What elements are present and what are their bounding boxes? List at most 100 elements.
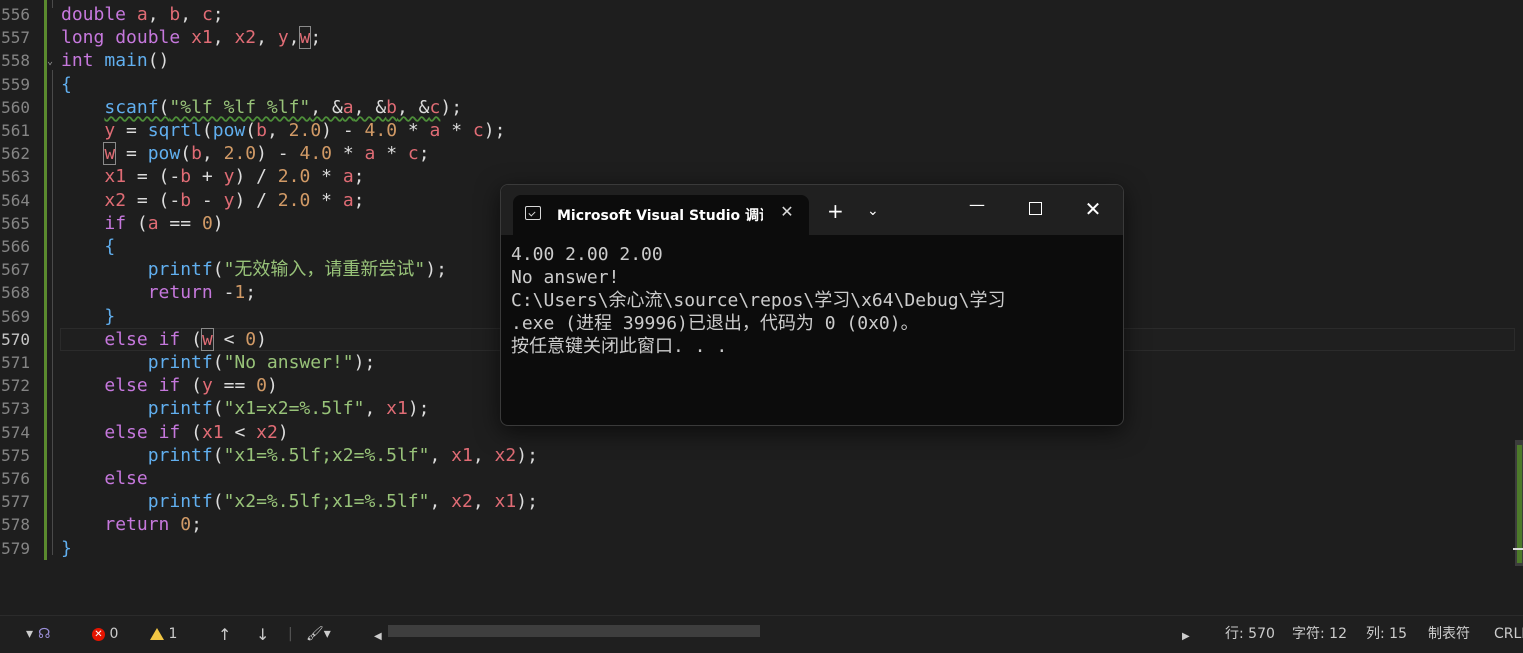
code-token: w [298, 26, 312, 50]
warning-count[interactable]: 1 [150, 626, 177, 643]
code-token: x2 [234, 27, 257, 49]
code-text[interactable]: else if (w < 0) [61, 327, 267, 351]
cleanup-brush-icon[interactable]: 🖌▾ [306, 626, 331, 643]
code-token: , [364, 398, 387, 420]
code-token: ( [180, 143, 192, 165]
code-token: return [147, 282, 213, 304]
code-text[interactable]: else if (x1 < x2) [61, 421, 288, 444]
code-token: < [223, 421, 257, 443]
line-number: 570 [1, 329, 30, 349]
code-token: b [256, 120, 267, 141]
code-text[interactable]: double a, b, c; [61, 3, 224, 26]
code-text[interactable]: else [61, 467, 147, 490]
code-text[interactable]: else if (y == 0) [61, 374, 277, 397]
code-token: == [158, 212, 202, 234]
code-token: a [342, 96, 354, 118]
code-text[interactable]: { [61, 73, 72, 96]
code-token: ) [256, 328, 267, 350]
code-text[interactable]: printf("No answer!"); [61, 351, 376, 374]
code-text[interactable]: { [61, 235, 115, 258]
code-token: 0 [245, 328, 257, 350]
line-indicator[interactable]: 行: 570 [1225, 626, 1275, 643]
line-number: 556 [1, 5, 30, 24]
horizontal-scrollbar-thumb[interactable] [388, 625, 760, 637]
code-token: 4.0 [299, 143, 332, 165]
code-token: x1 [386, 398, 408, 420]
code-token: - [212, 282, 235, 304]
code-text[interactable]: } [61, 537, 72, 560]
debug-console-window[interactable]: Microsoft Visual Studio 调试控制台 ✕ + ⌄ — ✕ … [500, 184, 1124, 426]
code-text[interactable]: printf("无效输入，请重新尝试"); [61, 258, 447, 281]
code-token: if [104, 212, 127, 234]
close-tab-icon[interactable]: ✕ [777, 202, 797, 222]
code-token: 0 [180, 514, 192, 536]
code-token: , [472, 444, 495, 466]
code-token: 2.0 [277, 166, 311, 188]
code-token: 1 [234, 282, 246, 304]
code-token: x2 [451, 491, 473, 513]
code-text[interactable]: if (a == 0) [61, 212, 223, 235]
code-token: ); [407, 398, 430, 420]
copilot-icon[interactable]: ☊ [38, 626, 50, 643]
code-text[interactable]: x2 = (-b - y) / 2.0 * a; [61, 189, 364, 212]
new-tab-button[interactable]: + [827, 201, 844, 221]
code-token: * [310, 166, 343, 188]
fold-chevron-icon[interactable]: ⌄ [47, 56, 53, 68]
line-number: 562 [1, 144, 30, 164]
code-text[interactable]: return 0; [61, 513, 202, 536]
chevron-down-icon[interactable]: ⌄ [867, 203, 879, 219]
code-token: x1 [191, 27, 213, 49]
scroll-left-icon[interactable]: ◀ [374, 628, 382, 645]
code-token: a [342, 166, 354, 188]
maximize-button[interactable] [1015, 197, 1055, 221]
code-token: else [104, 328, 148, 350]
code-text[interactable]: printf("x1=%.5lf;x2=%.5lf", x1, x2); [61, 444, 538, 467]
code-token: , [472, 491, 495, 513]
code-text[interactable]: x1 = (-b + y) / 2.0 * a; [61, 165, 364, 188]
code-token: y [223, 166, 235, 188]
chevron-down-icon[interactable]: ▾ [26, 626, 33, 643]
code-text[interactable]: long double x1, x2, y,w; [61, 26, 321, 50]
console-titlebar[interactable]: Microsoft Visual Studio 调试控制台 ✕ + ⌄ — ✕ [501, 185, 1123, 235]
code-text[interactable]: return -1; [61, 281, 256, 304]
status-bar: ▾ ☊ ✕ 0 1 ↑ ↓ | 🖌▾ ◀ ▶ 行: 570 字符: 12 列: … [0, 615, 1523, 653]
code-token: "%lf %lf %lf" [169, 96, 311, 118]
console-tab-title: Microsoft Visual Studio 调试控制台 [557, 208, 763, 224]
arrow-up-icon[interactable]: ↑ [218, 626, 231, 643]
window-close-button[interactable]: ✕ [1073, 197, 1113, 221]
code-token: 4.0 [364, 120, 398, 141]
code-token: } [104, 305, 116, 327]
code-token: pow [212, 120, 246, 141]
code-token: "无效输入，请重新尝试" [223, 259, 426, 281]
console-tab[interactable]: Microsoft Visual Studio 调试控制台 ✕ [513, 195, 809, 235]
code-text[interactable]: } [61, 305, 115, 328]
code-text[interactable]: printf("x2=%.5lf;x1=%.5lf", x2, x1); [61, 490, 538, 513]
code-token: ) - [321, 120, 365, 141]
code-token: , [429, 444, 452, 466]
scroll-right-icon[interactable]: ▶ [1182, 628, 1190, 645]
arrow-down-icon[interactable]: ↓ [256, 626, 269, 643]
code-token: a [429, 120, 441, 141]
char-indicator[interactable]: 字符: 12 [1292, 626, 1347, 643]
code-token: = [115, 143, 148, 165]
code-token: 0 [201, 212, 213, 234]
terminal-icon [525, 206, 541, 220]
code-token: ); [483, 120, 506, 141]
code-token: , [429, 491, 452, 513]
column-indicator[interactable]: 列: 15 [1366, 626, 1407, 643]
indent-mode[interactable]: 制表符 [1428, 626, 1470, 643]
code-text[interactable]: w = pow(b, 2.0) - 4.0 * a * c; [61, 142, 430, 166]
code-text[interactable]: printf("x1=x2=%.5lf", x1); [61, 397, 430, 420]
code-text[interactable]: scanf("%lf %lf %lf", &a, &b, &c); [61, 96, 462, 119]
line-ending[interactable]: CRLF [1494, 626, 1523, 643]
code-text[interactable]: int main() [61, 49, 169, 72]
code-token: b [180, 189, 192, 211]
code-text[interactable]: y = sqrtl(pow(b, 2.0) - 4.0 * a * c); [61, 119, 505, 142]
error-count[interactable]: ✕ 0 [92, 626, 118, 643]
code-token: if [158, 375, 181, 397]
minimize-button[interactable]: — [957, 197, 997, 221]
code-token: ( [212, 352, 224, 373]
